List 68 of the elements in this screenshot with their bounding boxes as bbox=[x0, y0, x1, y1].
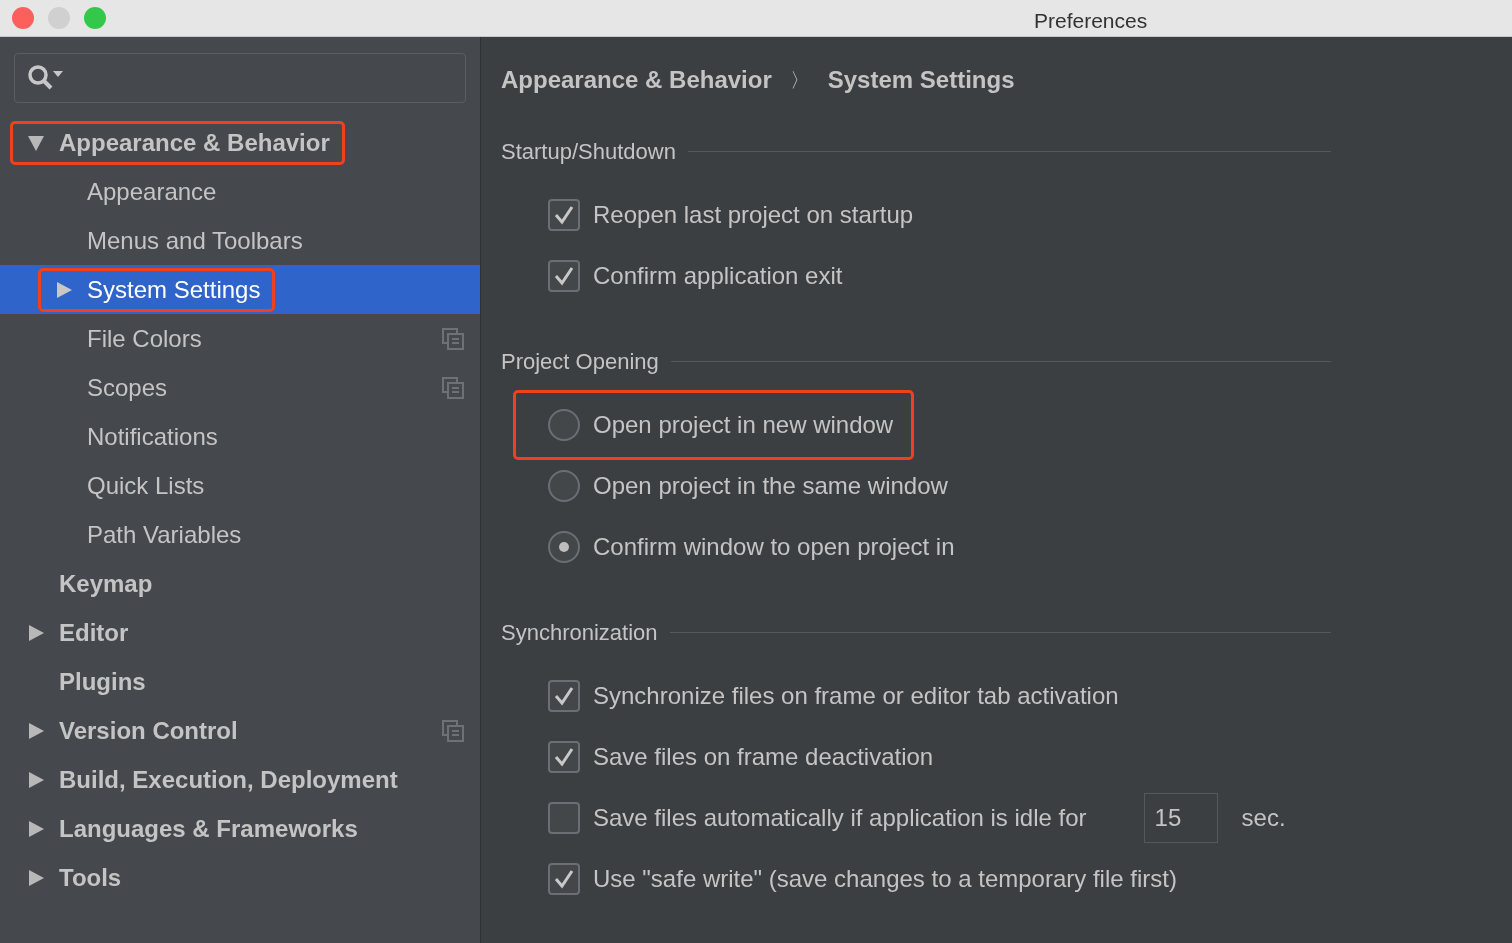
breadcrumb-separator: 〉 bbox=[789, 68, 810, 93]
tree-item[interactable]: Version Control bbox=[0, 706, 480, 755]
checkbox[interactable] bbox=[548, 679, 580, 712]
option-label: Save files automatically if application is idle for bbox=[593, 802, 1087, 833]
tree-label: Appearance bbox=[87, 176, 217, 207]
collapsed-arrow-icon[interactable] bbox=[55, 280, 73, 299]
radio-button[interactable] bbox=[548, 530, 580, 563]
breadcrumb-item[interactable]: System Settings bbox=[827, 62, 1015, 98]
tree-item[interactable]: Build, Execution, Deployment bbox=[0, 755, 480, 804]
checkbox[interactable] bbox=[548, 740, 580, 773]
tree-item[interactable]: Appearance bbox=[0, 167, 480, 216]
tree-label: Scopes bbox=[87, 372, 168, 403]
option-label: Open project in the same window bbox=[593, 470, 948, 501]
tree-label: Keymap bbox=[59, 568, 153, 599]
unit-label: sec. bbox=[1241, 802, 1286, 833]
tree-item[interactable]: Quick Lists bbox=[0, 461, 480, 510]
tree-item[interactable]: Editor bbox=[0, 608, 480, 657]
window-title: Preferences bbox=[1034, 8, 1148, 34]
section-title: Startup/Shutdown bbox=[501, 137, 676, 166]
option-label: Use "safe write" (save changes to a temporary file first) bbox=[593, 863, 1177, 894]
tree-item[interactable]: Scopes bbox=[0, 363, 480, 412]
tree-label: Build, Execution, Deployment bbox=[59, 764, 398, 795]
close-button[interactable] bbox=[12, 7, 34, 29]
checkbox[interactable] bbox=[548, 862, 580, 895]
tree-item[interactable]: File Colors bbox=[0, 314, 480, 363]
tree-label: System Settings bbox=[87, 274, 261, 305]
tree-item[interactable]: System Settings bbox=[0, 265, 480, 314]
collapsed-arrow-icon[interactable] bbox=[27, 623, 45, 642]
expanded-arrow-icon[interactable] bbox=[27, 133, 45, 152]
checkbox[interactable] bbox=[548, 801, 580, 834]
tree-label: Menus and Toolbars bbox=[87, 225, 303, 256]
checkbox[interactable] bbox=[548, 198, 580, 231]
option-label: Confirm application exit bbox=[593, 260, 843, 291]
tree-label: Tools bbox=[59, 862, 122, 893]
tree-label: Plugins bbox=[59, 666, 146, 697]
tree-item[interactable]: Plugins bbox=[0, 657, 480, 706]
tree-item[interactable]: Appearance & Behavior bbox=[0, 118, 480, 167]
tree-item[interactable]: Languages & Frameworks bbox=[0, 804, 480, 853]
tree-label: Quick Lists bbox=[87, 470, 205, 501]
tree-item[interactable]: Tools bbox=[0, 853, 480, 902]
option-label: Open project in new window bbox=[593, 409, 894, 440]
section-title: Synchronization bbox=[501, 618, 658, 647]
collapsed-arrow-icon[interactable] bbox=[27, 868, 45, 887]
tree-label: Notifications bbox=[87, 421, 218, 452]
tree-item[interactable]: Path Variables bbox=[0, 510, 480, 559]
option-label: Save files on frame deactivation bbox=[593, 741, 934, 772]
collapsed-arrow-icon[interactable] bbox=[27, 770, 45, 789]
option-label: Confirm window to open project in bbox=[593, 531, 955, 562]
tree-label: Path Variables bbox=[87, 519, 242, 550]
option-label: Reopen last project on startup bbox=[593, 199, 914, 230]
tree-item[interactable]: Notifications bbox=[0, 412, 480, 461]
radio-button[interactable] bbox=[548, 408, 580, 441]
tree-label: Editor bbox=[59, 617, 129, 648]
tree-label: Languages & Frameworks bbox=[59, 813, 358, 844]
tree-label: Version Control bbox=[59, 715, 238, 746]
tree-label: Appearance & Behavior bbox=[59, 127, 330, 158]
breadcrumb-item[interactable]: Appearance & Behavior bbox=[501, 62, 772, 98]
section-title: Project Opening bbox=[501, 347, 659, 376]
number-field[interactable]: 15 bbox=[1143, 792, 1218, 843]
collapsed-arrow-icon[interactable] bbox=[27, 819, 45, 838]
tree-item[interactable]: Menus and Toolbars bbox=[0, 216, 480, 265]
tree-label: File Colors bbox=[87, 323, 202, 354]
collapsed-arrow-icon[interactable] bbox=[27, 721, 45, 740]
radio-button[interactable] bbox=[548, 469, 580, 502]
checkbox[interactable] bbox=[548, 259, 580, 292]
search-field[interactable] bbox=[14, 53, 466, 103]
option-label: Synchronize files on frame or editor tab activation bbox=[593, 680, 1119, 711]
tree-item[interactable]: Keymap bbox=[0, 559, 480, 608]
